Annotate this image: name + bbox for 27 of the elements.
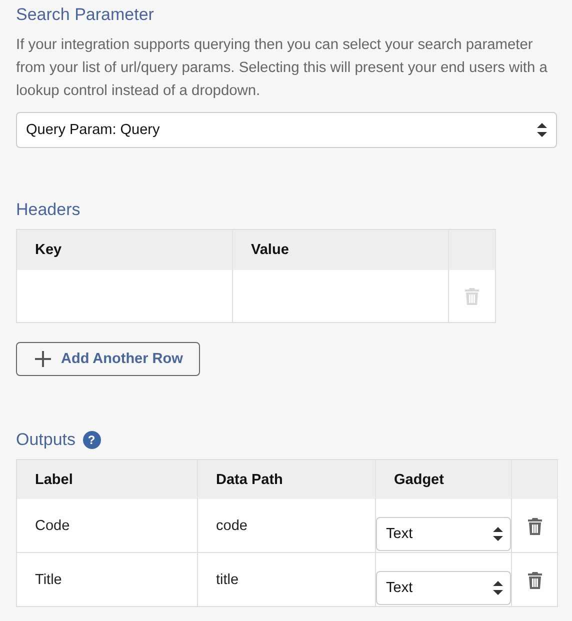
- trash-icon: [528, 572, 542, 589]
- section-title: Search Parameter: [16, 5, 154, 25]
- column-header: Label: [17, 460, 198, 499]
- delete-button[interactable]: [528, 518, 542, 535]
- trash-icon: [465, 288, 479, 304]
- column-header: Gadget: [376, 460, 512, 499]
- plus-icon: [35, 351, 51, 367]
- table-cell: code: [198, 499, 376, 553]
- delete-button[interactable]: [528, 572, 542, 589]
- dropdown[interactable]: Text: [376, 571, 511, 605]
- caret-icon: [493, 581, 503, 595]
- column-header: Data Path: [198, 460, 376, 499]
- add-row-button[interactable]: Add Another Row: [16, 342, 200, 376]
- caret-icon: [493, 527, 503, 541]
- caret-icon: [537, 123, 547, 137]
- dropdown[interactable]: Query Param: Query: [16, 112, 557, 148]
- column-header: Key: [17, 230, 233, 270]
- dropdown[interactable]: Text: [376, 517, 511, 551]
- section-title: Outputs: [16, 430, 76, 450]
- trash-icon: [528, 518, 542, 535]
- column-header: Value: [233, 230, 449, 270]
- table-cell: title: [198, 553, 376, 607]
- help-icon[interactable]: ?: [82, 431, 101, 449]
- table-cell: Title: [17, 553, 198, 607]
- table-cell: Code: [17, 499, 198, 553]
- section-title: Headers: [16, 200, 80, 220]
- description-text: If your integration supports querying then you can select your search parameter from your list of url/query params. Selecting this will present your end users with a lookup control instead of a dropdown.: [16, 36, 548, 101]
